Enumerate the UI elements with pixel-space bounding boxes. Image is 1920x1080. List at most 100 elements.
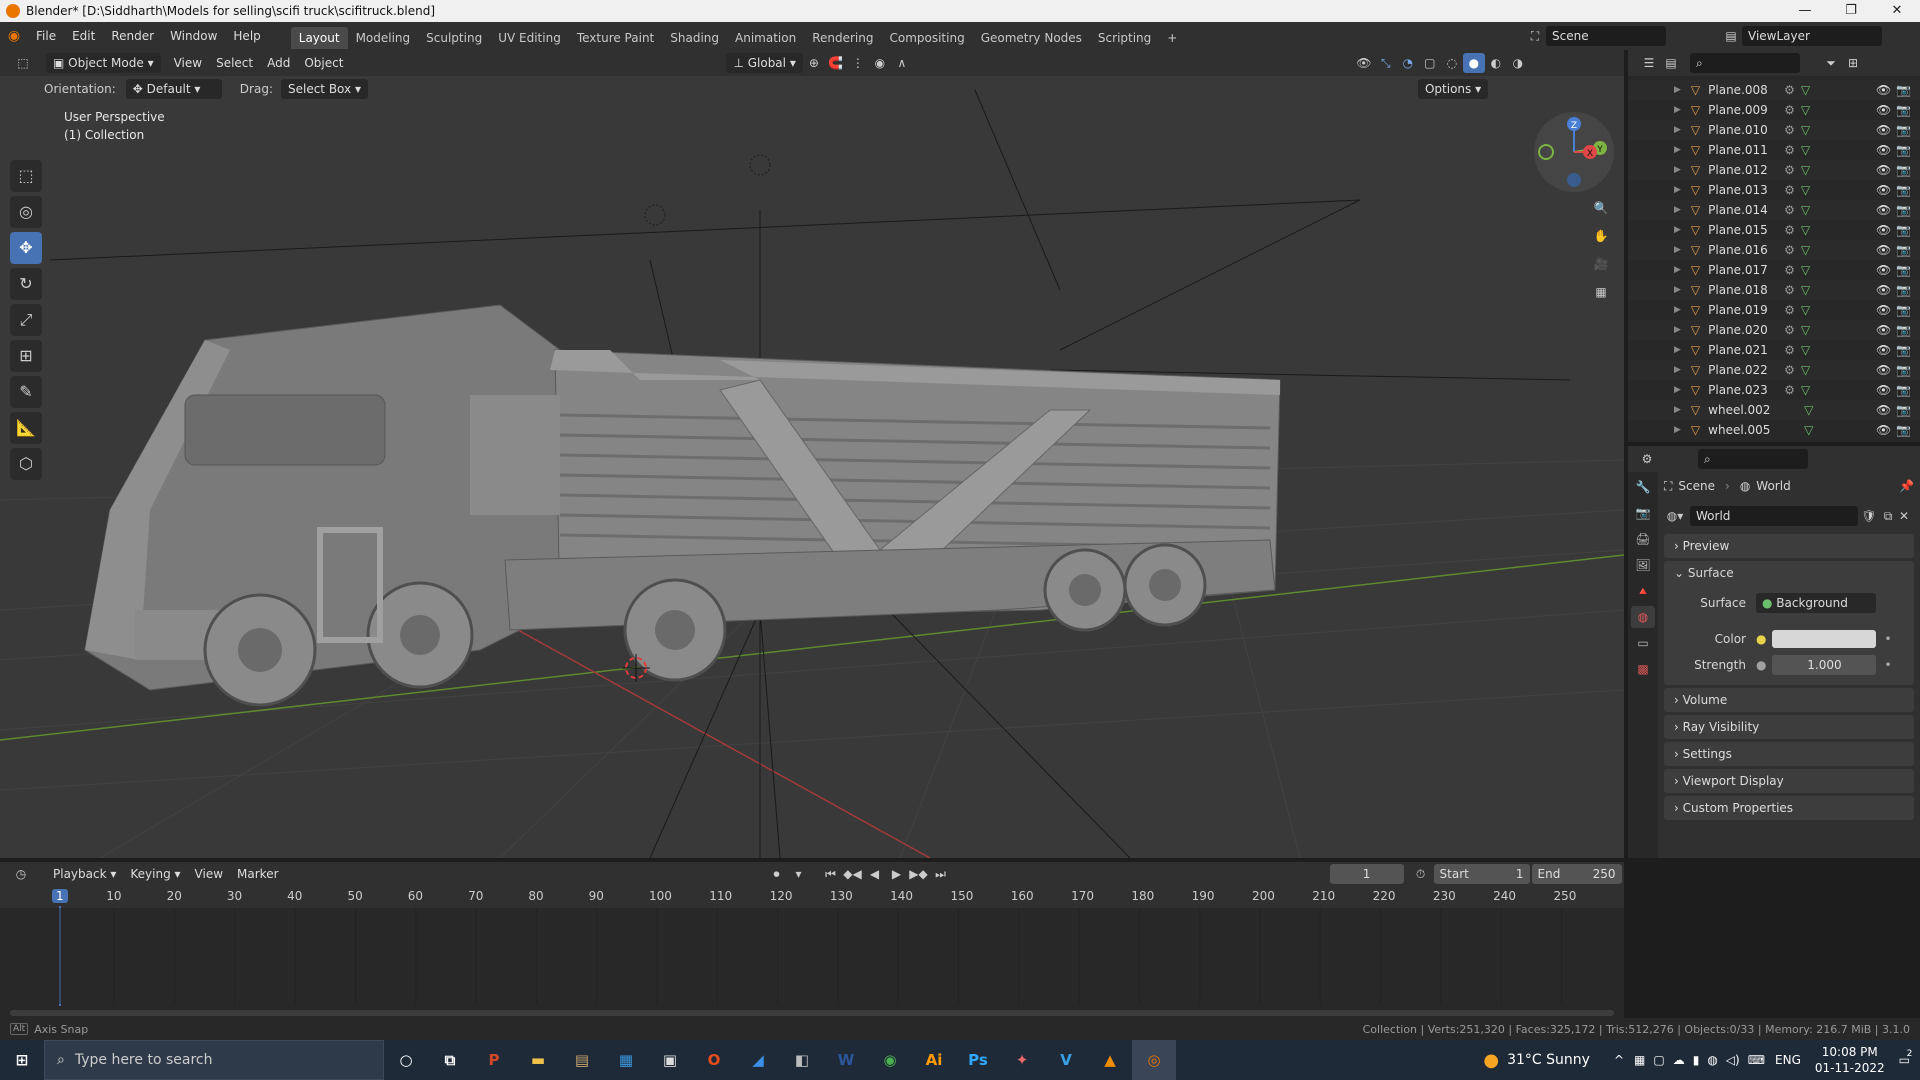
editor-type-icon[interactable]: ⬚ xyxy=(12,53,34,73)
3d-viewport[interactable]: ⬚ ▣ Object Mode ▾ View Select Add Object… xyxy=(0,50,1624,858)
panel-ray-visibility[interactable]: › Ray Visibility xyxy=(1664,715,1914,739)
expand-arrow-icon[interactable]: ▶ xyxy=(1674,260,1681,280)
navigation-gizmo[interactable]: Z Y X xyxy=(1534,112,1614,192)
modifier-icon[interactable]: ⚙ xyxy=(1784,260,1795,280)
battery-icon[interactable]: ▮ xyxy=(1693,1053,1700,1067)
render-camera-icon[interactable]: 📷 xyxy=(1896,380,1911,400)
render-camera-icon[interactable]: 📷 xyxy=(1896,300,1911,320)
expand-arrow-icon[interactable]: ▶ xyxy=(1674,340,1681,360)
visibility-eye-icon[interactable]: 👁 xyxy=(1876,340,1891,360)
prev-keyframe-icon[interactable]: ◆◀ xyxy=(842,864,864,884)
mesh-data-icon[interactable]: ▽ xyxy=(1801,80,1810,100)
filter-icon[interactable]: ⏷ xyxy=(1820,53,1842,73)
outliner-item[interactable]: ▶ ▽ Plane.014 ⚙ ▽ 👁 📷 xyxy=(1628,200,1920,220)
keyboard-icon[interactable]: ⌨ xyxy=(1748,1053,1765,1067)
scene-selector[interactable]: ⛶ Scene xyxy=(1524,26,1666,46)
transform-orientation-dropdown[interactable]: ⊥ Global ▾ xyxy=(726,53,803,73)
transform-tool-icon[interactable]: ⊞ xyxy=(10,340,42,372)
render-camera-icon[interactable]: 📷 xyxy=(1896,240,1911,260)
mesh-data-icon[interactable]: ▽ xyxy=(1801,140,1810,160)
outliner-item[interactable]: ▶ ▽ Plane.022 ⚙ ▽ 👁 📷 xyxy=(1628,360,1920,380)
visibility-eye-icon[interactable]: 👁 xyxy=(1876,380,1891,400)
tab-compositing[interactable]: Compositing xyxy=(881,27,972,49)
gizmo-toggle-icon[interactable]: ⤡ xyxy=(1375,53,1397,73)
move-tool-icon[interactable]: ✥ xyxy=(10,232,42,264)
tab-scripting[interactable]: Scripting xyxy=(1090,27,1159,49)
timeline-editor-icon[interactable]: ◷ xyxy=(10,864,32,884)
current-frame-field[interactable]: 1 xyxy=(1329,864,1404,884)
clock-icon[interactable]: ⏱ xyxy=(1410,864,1432,884)
mesh-data-icon[interactable]: ▽ xyxy=(1801,200,1810,220)
mesh-data-icon[interactable]: ▽ xyxy=(1801,380,1810,400)
tab-uv-editing[interactable]: UV Editing xyxy=(490,27,569,49)
modifier-icon[interactable]: ⚙ xyxy=(1784,220,1795,240)
render-camera-icon[interactable]: 📷 xyxy=(1896,320,1911,340)
start-frame-field[interactable]: Start 1 xyxy=(1433,864,1530,884)
drag-dropdown[interactable]: Select Box ▾ xyxy=(280,79,368,99)
camera-view-icon[interactable]: 🎥 xyxy=(1590,254,1612,274)
expand-arrow-icon[interactable]: ▶ xyxy=(1674,100,1681,120)
modifier-icon[interactable]: ⚙ xyxy=(1784,200,1795,220)
tab-animation[interactable]: Animation xyxy=(727,27,804,49)
visibility-eye-icon[interactable]: 👁 xyxy=(1876,240,1891,260)
fake-user-icon[interactable]: 🛡 xyxy=(1858,506,1880,526)
panel-volume[interactable]: › Volume xyxy=(1664,688,1914,712)
outliner-item[interactable]: ▶ ▽ Plane.023 ⚙ ▽ 👁 📷 xyxy=(1628,380,1920,400)
wireframe-shading-icon[interactable]: ◌ xyxy=(1441,53,1463,73)
blender-menu-icon[interactable]: ◉ xyxy=(0,28,28,44)
modifier-icon[interactable]: ⚙ xyxy=(1784,160,1795,180)
outliner-item[interactable]: ▶ ▽ Plane.008 ⚙ ▽ 👁 📷 xyxy=(1628,80,1920,100)
taskbar-app-icon[interactable]: ▤ xyxy=(560,1040,604,1080)
modifier-icon[interactable]: ⚙ xyxy=(1784,360,1795,380)
visibility-eye-icon[interactable]: 👁 xyxy=(1876,180,1891,200)
mesh-data-icon[interactable]: ▽ xyxy=(1801,280,1810,300)
options-dropdown[interactable]: Options ▾ xyxy=(1417,79,1489,99)
mode-dropdown[interactable]: ▣ Object Mode ▾ xyxy=(46,53,161,73)
tab-sculpting[interactable]: Sculpting xyxy=(418,27,490,49)
play-reverse-icon[interactable]: ◀ xyxy=(864,864,886,884)
solid-shading-icon[interactable]: ● xyxy=(1462,53,1485,73)
weather-text[interactable]: 31°C Sunny xyxy=(1507,1052,1590,1068)
panel-preview[interactable]: › Preview xyxy=(1664,534,1914,558)
panel-custom-properties[interactable]: › Custom Properties xyxy=(1664,796,1914,820)
taskbar-app-icon[interactable]: ▦ xyxy=(604,1040,648,1080)
mesh-data-icon[interactable]: ▽ xyxy=(1801,120,1810,140)
mesh-data-icon[interactable]: ▽ xyxy=(1801,320,1810,340)
render-camera-icon[interactable]: 📷 xyxy=(1896,140,1911,160)
scene-tab-icon[interactable]: 🔺 xyxy=(1631,580,1655,602)
modifier-icon[interactable]: ⚙ xyxy=(1784,320,1795,340)
mesh-data-icon[interactable]: ▽ xyxy=(1801,360,1810,380)
volume-icon[interactable]: ◁) xyxy=(1726,1053,1740,1067)
keyframe-dot-icon[interactable]: • xyxy=(1884,658,1891,672)
add-workspace-button[interactable]: + xyxy=(1159,27,1185,49)
taskbar-app-icon[interactable]: Ai xyxy=(912,1040,956,1080)
notification-icon[interactable]: ▭ 2 xyxy=(1899,1049,1913,1067)
expand-arrow-icon[interactable]: ▶ xyxy=(1674,420,1681,440)
surface-shader-field[interactable]: ● Background xyxy=(1756,593,1876,613)
scifi-truck-model[interactable] xyxy=(84,304,1281,707)
material-shading-icon[interactable]: ◐ xyxy=(1485,53,1507,73)
taskbar-app-icon[interactable]: ▬ xyxy=(516,1040,560,1080)
modifier-icon[interactable]: ⚙ xyxy=(1784,280,1795,300)
outliner-item[interactable]: ▶ ▽ Plane.011 ⚙ ▽ 👁 📷 xyxy=(1628,140,1920,160)
modifier-icon[interactable]: ⚙ xyxy=(1784,100,1795,120)
outliner-item[interactable]: ▶ ▽ Plane.020 ⚙ ▽ 👁 📷 xyxy=(1628,320,1920,340)
render-camera-icon[interactable]: 📷 xyxy=(1896,280,1911,300)
visibility-eye-icon[interactable]: 👁 xyxy=(1876,160,1891,180)
visibility-eye-icon[interactable]: 👁 xyxy=(1876,300,1891,320)
tray-app-icon[interactable]: ▦ xyxy=(1634,1053,1645,1067)
taskbar-app-icon[interactable]: ◉ xyxy=(868,1040,912,1080)
tray-chevron-up-icon[interactable]: ^ xyxy=(1614,1053,1624,1067)
visibility-eye-icon[interactable]: 👁 xyxy=(1876,320,1891,340)
tab-shading[interactable]: Shading xyxy=(662,27,727,49)
outliner-editor-icon[interactable]: ☰ xyxy=(1638,53,1660,73)
network-icon[interactable]: ◍ xyxy=(1707,1053,1717,1067)
cortana-icon[interactable]: ○ xyxy=(384,1040,428,1080)
menu-keying[interactable]: Keying ▾ xyxy=(123,864,187,884)
tray-app-icon[interactable]: ▢ xyxy=(1653,1053,1664,1067)
modifier-icon[interactable]: ⚙ xyxy=(1784,180,1795,200)
visibility-eye-icon[interactable]: 👁 xyxy=(1876,280,1891,300)
visibility-eye-icon[interactable]: 👁 xyxy=(1876,100,1891,120)
outliner-search-input[interactable]: ⌕ xyxy=(1690,53,1800,73)
keying-set-icon[interactable]: ▾ xyxy=(788,864,810,884)
